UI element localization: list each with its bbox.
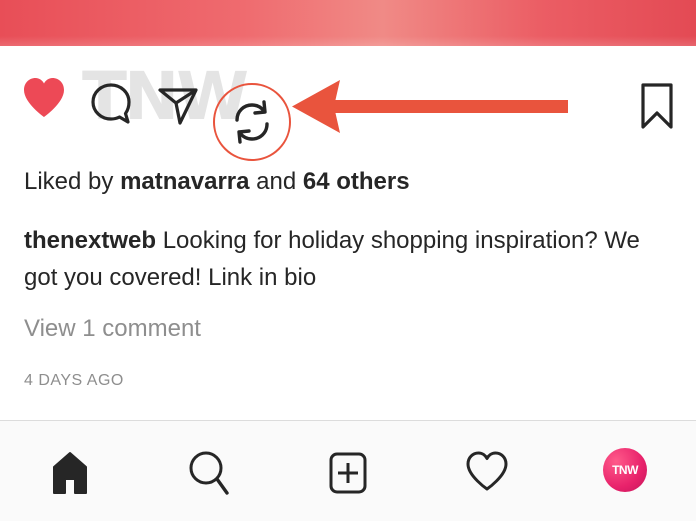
tab-new-post[interactable] xyxy=(328,449,368,497)
annotation-arrow xyxy=(290,77,572,137)
post-caption: thenextweb Looking for holiday shopping … xyxy=(24,222,674,296)
plus-square-icon xyxy=(329,452,367,494)
tab-activity[interactable] xyxy=(465,449,509,495)
save-button[interactable] xyxy=(640,82,674,130)
likes-middle: and xyxy=(249,168,303,195)
home-icon xyxy=(53,452,87,494)
bookmark-icon xyxy=(641,83,673,129)
liked-by-username[interactable]: matnavarra xyxy=(120,168,249,195)
likes-prefix: Liked by xyxy=(24,168,121,195)
likes-summary: Liked by matnavarra and 64 others xyxy=(24,166,410,198)
bottom-tab-bar xyxy=(0,420,696,521)
tab-home[interactable] xyxy=(50,449,90,495)
view-comments-link[interactable]: View 1 comment xyxy=(24,312,201,346)
direct-message-button[interactable] xyxy=(157,83,199,127)
caption-username[interactable]: thenextweb xyxy=(24,227,156,254)
refresh-share-icon xyxy=(235,100,269,144)
post-timestamp: 4 DAYS AGO xyxy=(24,372,124,389)
share-button[interactable] xyxy=(226,96,278,148)
avatar-logo-text: TNW xyxy=(612,463,638,477)
tab-search[interactable] xyxy=(187,449,231,497)
comment-icon xyxy=(91,83,131,124)
post-action-bar: TNW xyxy=(0,46,696,164)
heart-outline-icon xyxy=(466,451,508,491)
tab-profile-avatar[interactable]: TNW xyxy=(603,448,647,492)
heart-filled-icon xyxy=(24,78,64,117)
arrow-left-icon xyxy=(292,80,568,133)
search-icon xyxy=(189,451,229,495)
comment-button[interactable] xyxy=(90,82,132,126)
like-button[interactable] xyxy=(22,76,66,120)
paper-plane-icon xyxy=(158,88,198,125)
post-image[interactable] xyxy=(0,0,696,46)
likes-others-link[interactable]: 64 others xyxy=(303,168,410,195)
